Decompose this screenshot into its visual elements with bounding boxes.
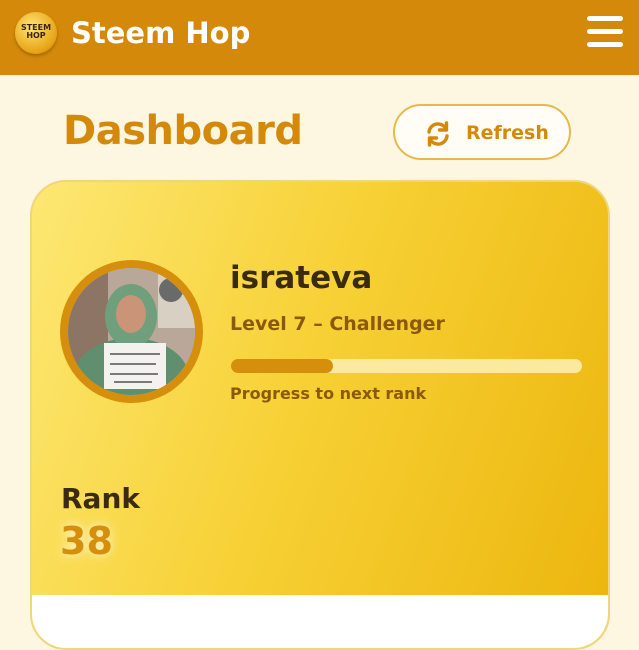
username: israteva (230, 260, 373, 296)
rank-label: Rank (61, 482, 141, 515)
profile-card: israteva Level 7 – Challenger Progress t… (30, 180, 610, 650)
refresh-icon (427, 121, 449, 147)
progress-label: Progress to next rank (230, 384, 427, 403)
rank-progress-fill (231, 359, 333, 373)
refresh-button[interactable]: Refresh (393, 104, 571, 160)
logo-lettering: STEEM HOP (20, 23, 52, 40)
rank-progress-bar (231, 359, 582, 373)
avatar[interactable] (68, 268, 195, 395)
card-content-panel (32, 595, 608, 648)
page-title: Dashboard (63, 108, 303, 154)
app-logo[interactable]: STEEM HOP (15, 12, 57, 54)
refresh-label: Refresh (466, 122, 549, 144)
top-app-bar: STEEM HOP Steem Hop (0, 0, 639, 75)
rank-value: 38 (60, 519, 113, 563)
hamburger-menu-icon[interactable] (585, 14, 625, 50)
avatar-photo (68, 268, 195, 395)
app-title: Steem Hop (71, 16, 251, 50)
avatar-frame (60, 260, 203, 403)
level-text: Level 7 – Challenger (230, 313, 445, 335)
